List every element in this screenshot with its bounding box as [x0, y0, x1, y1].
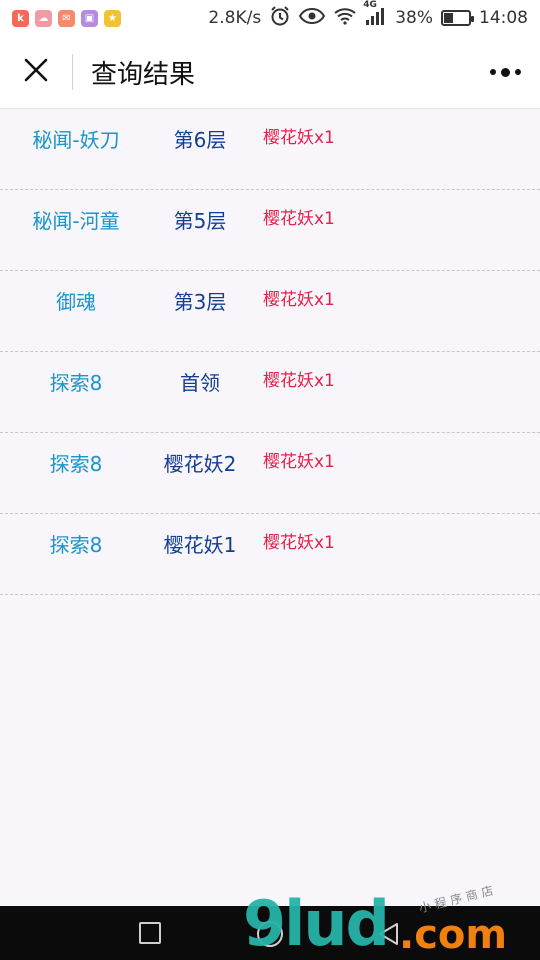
result-row: 探索8 樱花妖1 樱花妖x1	[0, 514, 540, 595]
result-row: 探索8 首领 樱花妖x1	[0, 352, 540, 433]
alarm-icon	[269, 5, 291, 32]
network-type: 4G	[363, 0, 377, 10]
status-right: 2.8K/s 4G 38% 14:08	[208, 0, 528, 32]
result-row: 御魂 第3层 樱花妖x1	[0, 271, 540, 352]
result-reward: 樱花妖x1	[263, 209, 335, 229]
eye-icon	[299, 7, 326, 30]
result-stage: 第3层	[173, 290, 227, 314]
more-dot-icon	[489, 69, 496, 75]
result-stage: 樱花妖2	[163, 452, 237, 476]
result-stage: 首领	[180, 371, 220, 395]
result-row: 探索8 樱花妖2 樱花妖x1	[0, 433, 540, 514]
k-app-icon: k	[12, 9, 29, 27]
result-row: 秘闻-妖刀 第6层 樱花妖x1	[0, 109, 540, 190]
result-list: 秘闻-妖刀 第6层 樱花妖x1 秘闻-河童 第5层 樱花妖x1 御魂 第3层 樱花妖x1 探索8 首…	[0, 109, 540, 595]
more-button[interactable]	[470, 36, 540, 109]
close-icon	[23, 57, 49, 87]
battery-fill	[444, 13, 454, 23]
home-button[interactable]	[257, 921, 283, 947]
battery-percent: 38%	[395, 8, 433, 28]
result-stage: 樱花妖1	[163, 533, 237, 557]
result-row: 秘闻-河童 第5层 樱花妖x1	[0, 190, 540, 271]
close-button[interactable]	[0, 36, 72, 109]
wifi-icon	[333, 7, 357, 30]
app2-icon: ☁	[35, 9, 52, 27]
result-reward: 樱花妖x1	[263, 128, 335, 148]
clock: 14:08	[479, 8, 528, 28]
result-reward: 樱花妖x1	[263, 290, 335, 310]
result-stage: 第5层	[173, 209, 227, 233]
system-nav-bar	[0, 906, 540, 960]
gallery-app-icon: ▣	[81, 9, 98, 27]
mail-app-icon: ✉	[58, 9, 75, 27]
notification-icons: k ☁ ✉ ▣ ★	[12, 9, 121, 27]
signal-icon: 4G	[363, 0, 387, 31]
status-bar: k ☁ ✉ ▣ ★ 2.8K/s 4G 38% 14:08	[0, 0, 540, 36]
result-reward: 樱花妖x1	[263, 452, 335, 472]
back-button[interactable]	[375, 921, 401, 951]
result-reward: 樱花妖x1	[263, 371, 335, 391]
star-app-icon: ★	[104, 9, 121, 27]
more-dot-icon	[514, 69, 521, 75]
nav-bar: 查询结果	[0, 36, 540, 109]
nav-divider	[72, 54, 73, 90]
network-speed: 2.8K/s	[208, 8, 262, 28]
page-title: 查询结果	[91, 59, 196, 90]
result-stage: 第6层	[173, 128, 227, 152]
back-icon	[379, 923, 398, 945]
more-dot-icon	[500, 67, 510, 77]
recent-apps-button[interactable]	[139, 922, 161, 944]
battery-icon	[441, 10, 474, 26]
result-reward: 樱花妖x1	[263, 533, 335, 553]
